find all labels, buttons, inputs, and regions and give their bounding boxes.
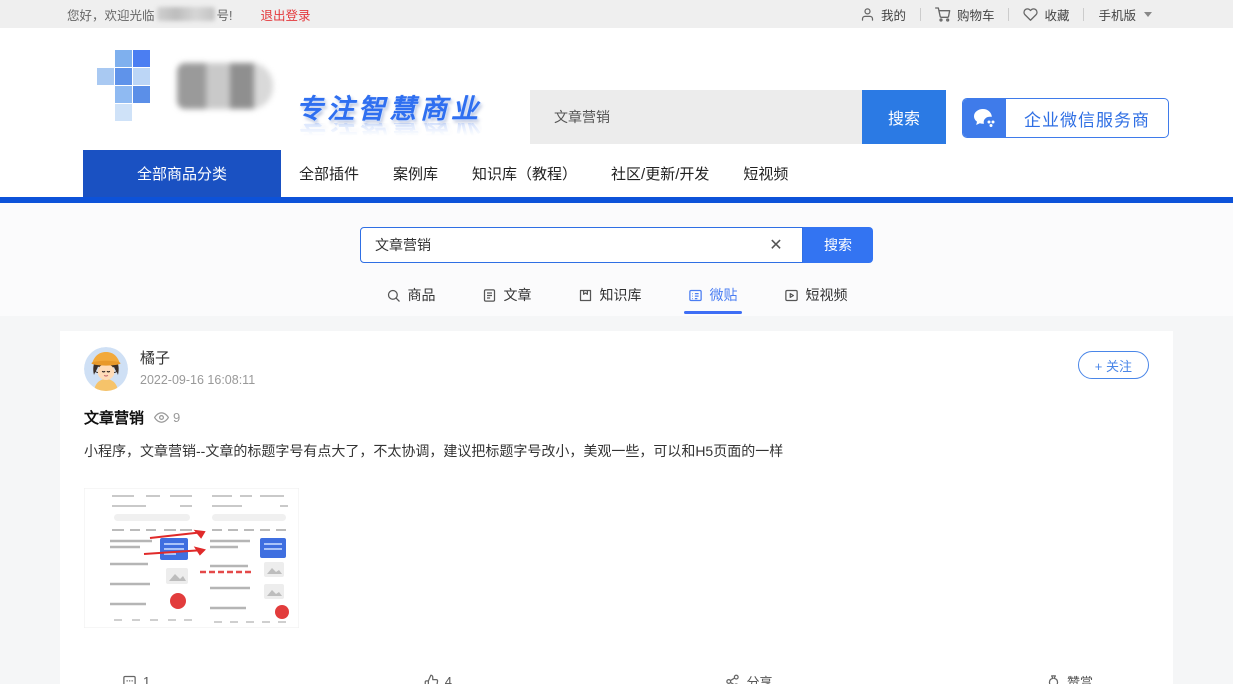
reward-label: 赞赏 (1067, 672, 1093, 684)
slogan-text: 专注智慧商业 (296, 96, 482, 123)
censored-username (157, 7, 215, 21)
nav-item-community[interactable]: 社区/更新/开发 (611, 163, 709, 184)
reward-icon (1046, 674, 1061, 684)
header-search: 搜索 (530, 90, 946, 144)
result-filter-tabs: 商品 文章 知识库 微贴 (0, 285, 1233, 316)
slogan: 专注智慧商业 专注智慧商业 (296, 96, 482, 139)
post-card: 橘子 2022-09-16 16:08:11 + 关注 文章营销 9 小程序，文… (60, 331, 1173, 684)
post-timestamp: 2022-09-16 16:08:11 (140, 373, 255, 387)
search-icon (386, 288, 401, 303)
caret-down-icon (1144, 12, 1152, 17)
comment-count: 1 (143, 674, 150, 684)
comment-icon (122, 674, 137, 684)
my-account-label: 我的 (881, 5, 906, 24)
post-title[interactable]: 文章营销 (84, 407, 144, 428)
mobile-version-menu[interactable]: 手机版 (1084, 5, 1166, 24)
tab-micro-posts[interactable]: 微贴 (688, 285, 738, 314)
topbar: 您好，欢迎光临 号! 退出登录 我的 购物车 (0, 0, 1233, 28)
reward-action[interactable]: 赞赏 (1046, 672, 1093, 684)
user-icon (860, 7, 875, 22)
main-nav: 全部商品分类 全部插件 案例库 知识库（教程） 社区/更新/开发 短视频 (0, 150, 1233, 197)
like-action[interactable]: 4 (424, 672, 452, 684)
tab-products-label: 商品 (408, 285, 436, 305)
favorites-label: 收藏 (1044, 5, 1069, 24)
eye-icon (154, 410, 169, 425)
logout-link[interactable]: 退出登录 (261, 5, 311, 24)
welcome-prefix: 您好，欢迎光临 (67, 5, 155, 24)
post-author[interactable]: 橘子 (140, 347, 255, 368)
favorites-link[interactable]: 收藏 (1009, 5, 1083, 24)
header: 专注智慧商业 专注智慧商业 搜索 企业微信服务商 (0, 28, 1233, 150)
mobile-version-label: 手机版 (1098, 5, 1136, 24)
tab-knowledge[interactable]: 知识库 (578, 285, 642, 314)
site-logo[interactable] (97, 50, 273, 122)
post-actions: 1 4 分享 赞赏 (84, 672, 1149, 684)
slogan-reflection: 专注智慧商业 (296, 123, 482, 139)
post-body: 小程序，文章营销--文章的标题字号有点大了，不太协调，建议把标题字号改小，美观一… (84, 441, 1149, 462)
micro-post-icon (688, 288, 703, 303)
like-count: 4 (445, 674, 452, 684)
view-count-value: 9 (173, 410, 180, 425)
tab-articles-label: 文章 (504, 285, 532, 305)
page: 您好，欢迎光临 号! 退出登录 我的 购物车 (0, 0, 1233, 684)
welcome-text: 您好，欢迎光临 号! (67, 5, 233, 24)
wecom-label: 企业微信服务商 (1005, 99, 1168, 137)
censored-logo-text (177, 63, 273, 109)
tab-products[interactable]: 商品 (386, 285, 436, 314)
cart-label: 购物车 (957, 5, 995, 24)
video-icon (784, 288, 799, 303)
header-search-input[interactable] (530, 90, 862, 144)
nav-item-short-video[interactable]: 短视频 (743, 163, 788, 184)
wecom-service-button[interactable]: 企业微信服务商 (962, 98, 1169, 138)
knowledge-icon (578, 288, 593, 303)
content-search-button[interactable]: 搜索 (803, 227, 873, 263)
nav-item-cases[interactable]: 案例库 (393, 163, 438, 184)
content-search-input[interactable] (360, 227, 803, 263)
follow-button[interactable]: + 关注 (1078, 351, 1149, 379)
thumbs-up-icon (424, 674, 439, 684)
nav-item-knowledge[interactable]: 知识库（教程） (472, 163, 577, 184)
header-search-button[interactable]: 搜索 (862, 90, 946, 144)
share-label: 分享 (746, 672, 772, 684)
content-area: 橘子 2022-09-16 16:08:11 + 关注 文章营销 9 小程序，文… (0, 316, 1233, 684)
nav-all-categories[interactable]: 全部商品分类 (83, 150, 281, 197)
share-icon (725, 674, 740, 684)
search-section: ✕ 搜索 商品 文章 知识库 (0, 203, 1233, 316)
tab-micro-posts-label: 微贴 (710, 285, 738, 305)
heart-icon (1023, 7, 1038, 22)
tab-short-videos-label: 短视频 (806, 285, 848, 305)
view-count: 9 (154, 410, 180, 425)
comment-action[interactable]: 1 (122, 672, 150, 684)
logo-icon (97, 50, 169, 122)
share-action[interactable]: 分享 (725, 672, 772, 684)
avatar[interactable] (84, 347, 128, 391)
tab-short-videos[interactable]: 短视频 (784, 285, 848, 314)
cart-icon (935, 6, 951, 22)
welcome-suffix: 号! (217, 5, 233, 24)
article-icon (482, 288, 497, 303)
post-image[interactable] (84, 488, 299, 628)
cart-link[interactable]: 购物车 (921, 5, 1009, 24)
wecom-icon (963, 99, 1005, 137)
tab-knowledge-label: 知识库 (600, 285, 642, 305)
my-account-link[interactable]: 我的 (846, 5, 920, 24)
nav-item-plugins[interactable]: 全部插件 (299, 163, 359, 184)
clear-search-icon[interactable]: ✕ (761, 227, 791, 263)
tab-articles[interactable]: 文章 (482, 285, 532, 314)
